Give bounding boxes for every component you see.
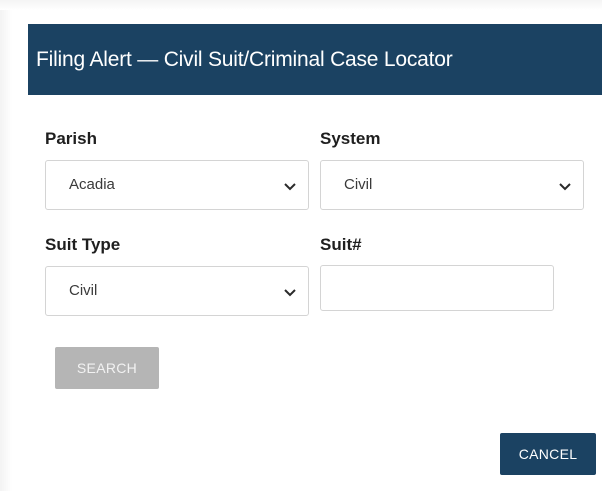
system-label: System <box>320 129 381 148</box>
chevron-down-icon <box>559 183 571 191</box>
suit-type-select-value: Civil <box>69 282 98 299</box>
system-select-value: Civil <box>344 176 373 193</box>
dialog-title: Filing Alert — Civil Suit/Criminal Case … <box>36 47 453 71</box>
chevron-down-icon <box>284 183 296 191</box>
parish-label: Parish <box>45 129 97 148</box>
suit-type-select[interactable]: Civil <box>45 266 309 316</box>
suit-number-label: Suit# <box>320 235 362 254</box>
search-button[interactable]: SEARCH <box>55 347 159 389</box>
dialog-header: Filing Alert — Civil Suit/Criminal Case … <box>28 24 602 95</box>
filing-alert-dialog: Filing Alert — Civil Suit/Criminal Case … <box>0 0 602 491</box>
parish-select-value: Acadia <box>69 176 115 193</box>
parish-select[interactable]: Acadia <box>45 160 309 210</box>
chevron-down-icon <box>284 289 296 297</box>
suit-number-input[interactable] <box>320 265 554 311</box>
suit-type-label: Suit Type <box>45 235 121 254</box>
dialog-edge-shadow <box>0 0 12 491</box>
cancel-button[interactable]: CANCEL <box>500 433 596 475</box>
dialog-edge-shadow-top <box>0 0 602 10</box>
system-select[interactable]: Civil <box>320 160 584 210</box>
